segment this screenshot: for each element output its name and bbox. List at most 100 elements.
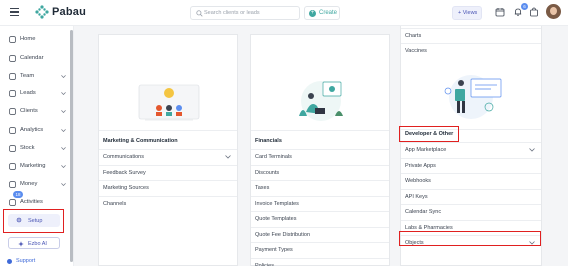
list-item-label: Labs & Pharmacies bbox=[405, 224, 453, 231]
stock-icon bbox=[9, 145, 16, 152]
chevron-down-icon bbox=[61, 146, 66, 150]
sidebar-item-money[interactable]: Money bbox=[9, 178, 69, 190]
developer-other-card: Charts Vaccines Developer & Other App Mar… bbox=[400, 26, 542, 266]
sidebar-item-calendar[interactable]: Calendar bbox=[9, 52, 69, 64]
list-item[interactable]: Vaccines bbox=[401, 43, 541, 58]
sidebar-item-label: Marketing bbox=[20, 163, 46, 169]
list-item-label: Payment Types bbox=[255, 247, 293, 253]
sidebar-item-label: Stock bbox=[20, 145, 35, 151]
home-icon bbox=[9, 36, 16, 43]
financials-illustration-art bbox=[299, 81, 343, 121]
list-item[interactable]: Charts bbox=[401, 28, 541, 43]
chevron-down-icon bbox=[61, 182, 66, 186]
calendar-icon[interactable] bbox=[495, 7, 505, 17]
list-item[interactable]: Communications bbox=[99, 149, 237, 164]
calendar-icon bbox=[9, 55, 16, 62]
pabau-logo-icon bbox=[35, 5, 49, 19]
app-logo-text: Pabau bbox=[52, 6, 87, 18]
marketing-icon bbox=[9, 163, 16, 170]
notification-badge: 6 bbox=[521, 3, 528, 10]
sparkle-icon bbox=[18, 241, 24, 247]
list-item[interactable]: Card Terminals bbox=[251, 149, 389, 164]
list-item-label: Charts bbox=[405, 33, 422, 39]
sidebar-item-label: Home bbox=[20, 36, 36, 42]
views-button[interactable]: + Views bbox=[452, 6, 482, 20]
chevron-down-icon bbox=[61, 91, 66, 95]
financials-card: Financials Card Terminals Discounts Taxes I… bbox=[250, 34, 390, 266]
marketing-illustration-art bbox=[138, 84, 200, 121]
list-item-label: Policies bbox=[255, 262, 274, 266]
list-item[interactable]: Policies bbox=[251, 257, 389, 266]
sidebar-scrollbar[interactable] bbox=[70, 30, 73, 264]
list-item[interactable]: Taxes bbox=[251, 180, 389, 195]
sidebar-item-label: Team bbox=[20, 73, 35, 79]
developer-illustration bbox=[401, 67, 541, 130]
top-bar: Pabau Search clients or leads + Create +… bbox=[0, 0, 568, 26]
financials-heading: Financials bbox=[255, 138, 282, 144]
chevron-down-icon bbox=[61, 109, 66, 113]
support-link[interactable]: Support bbox=[6, 257, 46, 266]
sidebar-item-team[interactable]: Team bbox=[9, 70, 69, 82]
developer-illustration-art bbox=[444, 75, 502, 119]
list-item[interactable]: Payment Types bbox=[251, 242, 389, 257]
list-item-label: Quote Templates bbox=[255, 216, 297, 222]
list-item[interactable]: Calendar Sync bbox=[401, 204, 541, 219]
list-item-label: Card Terminals bbox=[255, 154, 292, 160]
ezbo-ai-button[interactable]: Ezbo AI bbox=[8, 237, 60, 249]
leads-icon bbox=[9, 90, 16, 97]
list-item[interactable]: Feedback Survey bbox=[99, 164, 237, 180]
list-item-label: App Marketplace bbox=[405, 147, 447, 153]
chevron-down-icon bbox=[61, 74, 66, 78]
list-item-label: Invoice Templates bbox=[255, 200, 299, 207]
financials-illustration bbox=[251, 68, 389, 131]
chevron-down-icon bbox=[225, 155, 231, 159]
list-item[interactable]: API Keys bbox=[401, 188, 541, 204]
support-icon bbox=[7, 259, 12, 264]
create-label: Create bbox=[319, 10, 338, 16]
analytics-icon bbox=[9, 127, 16, 134]
ezbo-ai-label: Ezbo AI bbox=[28, 240, 47, 247]
list-item-label: Webhooks bbox=[405, 178, 431, 184]
list-item[interactable]: Discounts bbox=[251, 164, 389, 180]
list-item-label: Private Apps bbox=[405, 162, 436, 169]
sidebar-item-label: Clients bbox=[20, 108, 38, 114]
list-item-label: Calendar Sync bbox=[405, 209, 442, 215]
developer-heading-highlight bbox=[399, 126, 459, 142]
list-item[interactable]: Quote Templates bbox=[251, 211, 389, 226]
user-avatar[interactable] bbox=[546, 4, 561, 19]
sidebar-item-marketing[interactable]: Marketing bbox=[9, 160, 69, 172]
activities-badge: 18 bbox=[13, 191, 23, 198]
sidebar-item-home[interactable]: Home bbox=[9, 33, 69, 45]
support-label: Support bbox=[16, 258, 36, 264]
create-button[interactable]: + Create bbox=[304, 6, 340, 20]
sidebar-item-label: Activities bbox=[20, 199, 43, 205]
marketing-illustration bbox=[99, 68, 237, 131]
sidebar-item-stock[interactable]: Stock bbox=[9, 142, 69, 154]
list-item-label: Feedback Survey bbox=[103, 169, 146, 176]
sidebar-item-label: Leads bbox=[20, 90, 36, 96]
menu-icon[interactable] bbox=[10, 8, 19, 16]
list-item[interactable]: Channels bbox=[99, 195, 237, 211]
sidebar-item-analytics[interactable]: Analytics bbox=[9, 124, 69, 136]
chevron-down-icon bbox=[61, 128, 66, 132]
sidebar-item-leads[interactable]: Leads bbox=[9, 87, 69, 99]
objects-row-highlight bbox=[399, 231, 541, 246]
money-icon bbox=[9, 181, 16, 188]
sidebar-item-clients[interactable]: Clients bbox=[9, 105, 69, 117]
clients-icon bbox=[9, 108, 16, 115]
list-item[interactable]: Private Apps bbox=[401, 157, 541, 173]
search-input[interactable]: Search clients or leads bbox=[190, 6, 300, 20]
setup-button[interactable]: Setup bbox=[8, 214, 60, 227]
list-item[interactable]: Marketing Sources bbox=[99, 180, 237, 195]
chevron-down-icon bbox=[529, 148, 535, 152]
shop-icon[interactable] bbox=[529, 7, 539, 17]
list-item-label: Taxes bbox=[255, 185, 270, 191]
team-icon bbox=[9, 73, 16, 80]
list-item[interactable]: Quote Fee Distribution bbox=[251, 226, 389, 242]
activities-icon bbox=[9, 199, 16, 206]
list-item[interactable]: Webhooks bbox=[401, 173, 541, 188]
plus-icon: + bbox=[309, 10, 316, 17]
gear-icon bbox=[16, 217, 22, 223]
list-item[interactable]: App Marketplace bbox=[401, 142, 541, 157]
list-item[interactable]: Invoice Templates bbox=[251, 195, 389, 211]
